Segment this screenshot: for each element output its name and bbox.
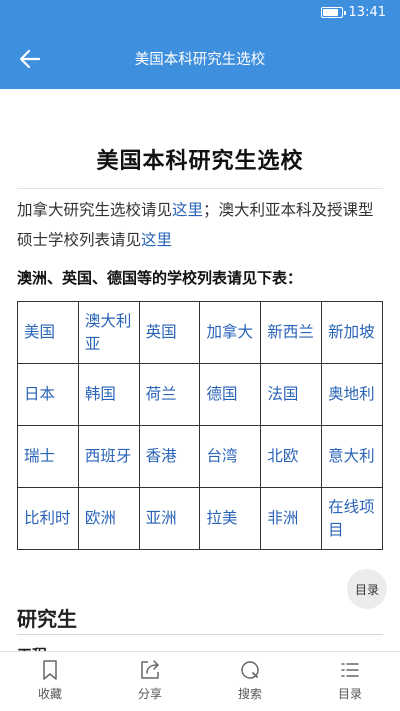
search-label: 搜索 — [237, 687, 262, 701]
bottom-toolbar: 收藏 分享 搜索 目录 — [0, 651, 400, 711]
country-link-cell[interactable]: 香港 — [138, 425, 201, 488]
country-list-heading: 澳洲、英国、德国等的学校列表请见下表： — [17, 269, 303, 287]
share-label: 分享 — [137, 687, 162, 701]
title-divider — [17, 188, 383, 189]
search-icon — [241, 661, 259, 679]
top-app-bar: 美国本科研究生选校 — [0, 28, 400, 89]
country-link-cell[interactable]: 台湾 — [199, 425, 262, 488]
status-bar: 13:41 — [0, 0, 400, 28]
share-button[interactable]: 分享 — [100, 652, 200, 711]
canada-grad-link[interactable]: 这里 — [172, 201, 203, 219]
status-time: 13:41 — [348, 5, 386, 20]
country-link-cell[interactable]: 非洲 — [260, 487, 323, 550]
country-link-cell[interactable]: 欧洲 — [77, 487, 140, 550]
country-link-cell[interactable]: 在线项目 — [321, 487, 383, 550]
country-link-cell[interactable]: 日本 — [17, 363, 79, 426]
country-link-cell[interactable]: 亚洲 — [138, 487, 201, 550]
article-title: 美国本科研究生选校 — [96, 149, 304, 174]
favorite-label: 收藏 — [37, 687, 62, 701]
table-row: 瑞士 西班牙 香港 台湾 北欧 意大利 — [17, 425, 383, 488]
country-link-cell[interactable]: 比利时 — [17, 487, 79, 550]
country-link-cell[interactable]: 瑞士 — [17, 425, 79, 488]
subsection-heading: 工程 — [17, 644, 47, 651]
country-link-cell[interactable]: 德国 — [199, 363, 262, 426]
intro-paragraph: 加拿大研究生选校请见这里；澳大利亚本科及授课型硕士学校列表请见这里 — [17, 201, 374, 249]
share-icon — [141, 660, 159, 679]
country-link-cell[interactable]: 英国 — [138, 301, 201, 364]
section-divider — [17, 634, 383, 635]
search-button[interactable]: 搜索 — [200, 652, 300, 711]
toc-label: 目录 — [337, 687, 362, 701]
country-link-cell[interactable]: 荷兰 — [138, 363, 201, 426]
country-link-cell[interactable]: 拉美 — [199, 487, 262, 550]
country-link-cell[interactable]: 加拿大 — [199, 301, 262, 364]
country-link-cell[interactable]: 法国 — [260, 363, 323, 426]
list-icon — [341, 663, 359, 677]
toc-float-button[interactable]: 目录 — [347, 569, 387, 609]
country-table: 美国 澳大利亚 英国 加拿大 新西兰 新加坡 日本 韩国 荷兰 德国 法国 奥地利 瑞士 西班牙 香港 台湾北… — [17, 301, 383, 550]
country-link-cell[interactable]: 北欧 — [260, 425, 323, 488]
favorite-button[interactable]: 收藏 — [0, 652, 100, 711]
table-row: 比利时 欧洲 亚洲 拉美 非洲 在线项目 — [17, 487, 383, 550]
country-link-cell[interactable]: 奥地利 — [321, 363, 383, 426]
country-link-cell[interactable]: 韩国 — [77, 363, 140, 426]
country-link-cell[interactable]: 澳大利亚 — [77, 301, 140, 364]
country-link-cell[interactable]: 新加坡 — [321, 301, 383, 364]
battery-icon — [320, 7, 346, 18]
toc-button[interactable]: 目录 — [300, 652, 400, 711]
country-link-cell[interactable]: 美国 — [17, 301, 79, 364]
country-link-cell[interactable]: 西班牙 — [77, 425, 140, 488]
country-link-cell[interactable]: 意大利 — [321, 425, 383, 488]
table-row: 日本 韩国 荷兰 德国 法国 奥地利 — [17, 363, 383, 426]
table-row: 美国 澳大利亚 英国 加拿大 新西兰 新加坡 — [17, 301, 383, 364]
australia-list-link[interactable]: 这里 — [141, 231, 172, 249]
country-link-cell[interactable]: 新西兰 — [260, 301, 323, 364]
article-content[interactable]: 美国本科研究生选校 加拿大研究生选校请见这里；澳大利亚本科及授课型硕士学校列表请… — [0, 89, 400, 651]
section-heading: 研究生 — [17, 607, 77, 631]
bookmark-icon — [43, 660, 57, 680]
page-title: 美国本科研究生选校 — [134, 52, 266, 68]
